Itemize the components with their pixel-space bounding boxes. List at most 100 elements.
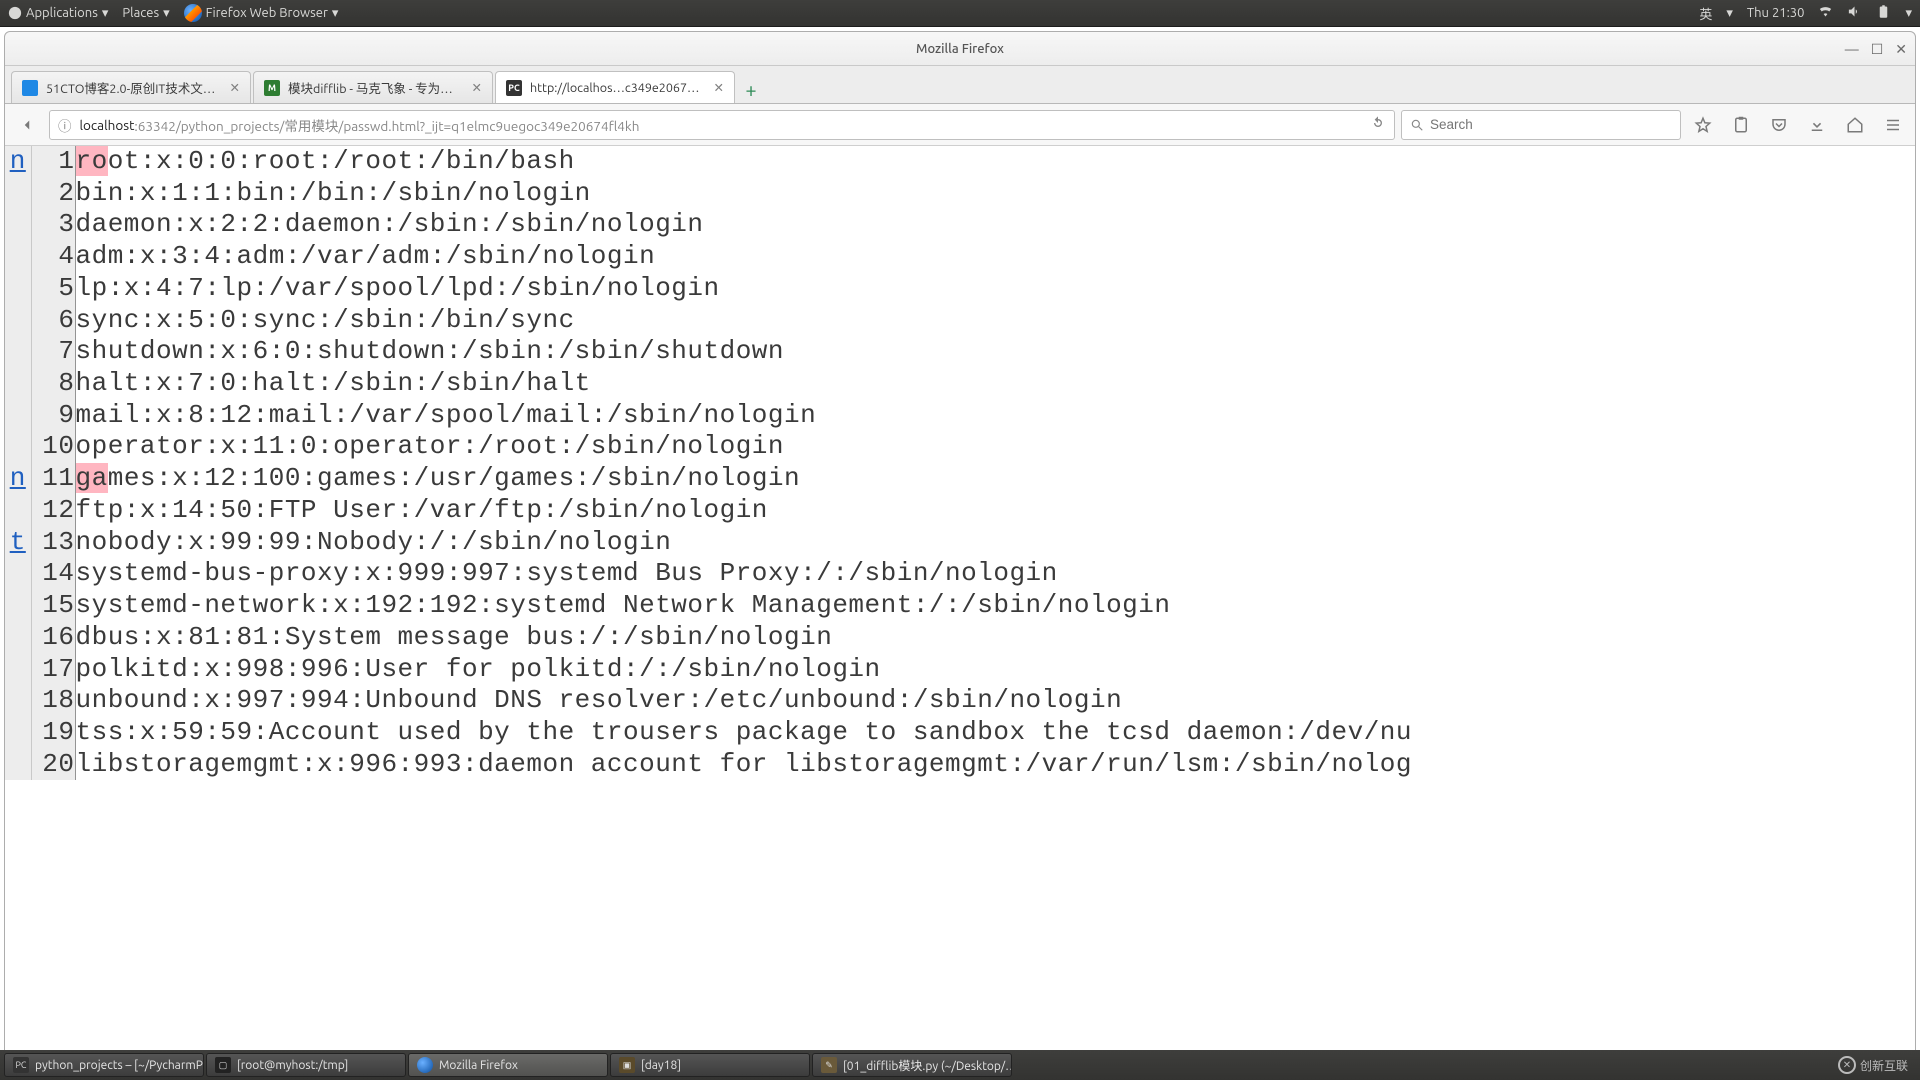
firefox-icon [184, 4, 202, 22]
applications-menu[interactable]: Applications ▾ [8, 6, 108, 21]
pocket-button[interactable] [1763, 109, 1795, 141]
hamburger-menu-button[interactable] [1877, 109, 1909, 141]
diff-row: n11games:x:12:100:games:/usr/games:/sbin… [5, 463, 1915, 495]
bookmarks-sidebar-button[interactable] [1725, 109, 1757, 141]
window-maximize-button[interactable]: ☐ [1871, 42, 1884, 56]
back-button[interactable] [11, 109, 43, 141]
diff-row: 15systemd-network:x:192:192:systemd Netw… [5, 590, 1915, 622]
taskbar-item[interactable]: Mozilla Firefox [408, 1053, 608, 1077]
taskbar-item[interactable]: ▣[day18] [610, 1053, 810, 1077]
window-close-button[interactable]: ✕ [1895, 42, 1907, 56]
diff-line-text: operator:x:11:0:operator:/root:/sbin/nol… [75, 431, 1915, 463]
diff-nav-link [5, 241, 31, 273]
firefox-window: Mozilla Firefox — ☐ ✕ 51CTO博客2.0-原创IT技术文… [4, 31, 1916, 1065]
tab-title: 模块difflib - 马克飞象 - 专为印象… [288, 78, 464, 97]
diff-line-number: 7 [31, 336, 75, 368]
home-button[interactable] [1839, 109, 1871, 141]
diff-line-text: lp:x:4:7:lp:/var/spool/lpd:/sbin/nologin [75, 273, 1915, 305]
tab-close-button[interactable]: ✕ [714, 80, 724, 95]
diff-nav-link [5, 273, 31, 305]
diff-row: 4adm:x:3:4:adm:/var/adm:/sbin/nologin [5, 241, 1915, 273]
tab-favicon [22, 80, 38, 96]
diff-nav-link [5, 717, 31, 749]
tab-title: 51CTO博客2.0-原创IT技术文章… [46, 78, 222, 97]
diff-line-text: unbound:x:997:994:Unbound DNS resolver:/… [75, 685, 1915, 717]
diff-line-text: adm:x:3:4:adm:/var/adm:/sbin/nologin [75, 241, 1915, 273]
diff-line-rest: sync:x:5:0:sync:/sbin:/bin/sync [76, 305, 575, 335]
url-bar[interactable]: ⓘ localhost:63342/python_projects/常用模块/p… [49, 110, 1395, 140]
diff-line-number: 19 [31, 717, 75, 749]
diff-line-rest: nobody:x:99:99:Nobody:/:/sbin/nologin [76, 527, 672, 557]
diff-nav-link [5, 209, 31, 241]
diff-nav-link[interactable]: n [5, 463, 31, 495]
tab-close-button[interactable]: ✕ [230, 80, 240, 95]
tab-close-button[interactable]: ✕ [472, 80, 482, 95]
window-minimize-button[interactable]: — [1845, 42, 1859, 56]
diff-row: 5lp:x:4:7:lp:/var/spool/lpd:/sbin/nologi… [5, 273, 1915, 305]
taskbar-item-label: Mozilla Firefox [439, 1059, 518, 1072]
diff-line-text: root:x:0:0:root:/root:/bin/bash [75, 146, 1915, 178]
diff-line-text: ftp:x:14:50:FTP User:/var/ftp:/sbin/nolo… [75, 495, 1915, 527]
browser-tab[interactable]: 51CTO博客2.0-原创IT技术文章… ✕ [11, 71, 251, 103]
window-titlebar[interactable]: Mozilla Firefox — ☐ ✕ [5, 32, 1915, 66]
diff-line-rest: tss:x:59:59:Account used by the trousers… [76, 717, 1413, 747]
diff-nav-link [5, 685, 31, 717]
diff-line-text: daemon:x:2:2:daemon:/sbin:/sbin/nologin [75, 209, 1915, 241]
power-chevron-icon[interactable]: ▾ [1905, 6, 1912, 21]
bookmark-star-button[interactable] [1687, 109, 1719, 141]
download-icon [1808, 116, 1826, 134]
brand-logo-icon: ✕ [1838, 1056, 1856, 1074]
places-label: Places [122, 6, 159, 20]
diff-nav-link [5, 305, 31, 337]
diff-line-text: halt:x:7:0:halt:/sbin:/sbin/halt [75, 368, 1915, 400]
diff-row: 3daemon:x:2:2:daemon:/sbin:/sbin/nologin [5, 209, 1915, 241]
diff-row: 17polkitd:x:998:996:User for polkitd:/:/… [5, 654, 1915, 686]
diff-line-text: tss:x:59:59:Account used by the trousers… [75, 717, 1915, 749]
diff-line-number: 5 [31, 273, 75, 305]
input-method-indicator[interactable]: 英 [1699, 4, 1712, 23]
places-menu[interactable]: Places ▾ [122, 6, 169, 21]
taskbar-item[interactable]: PCpython_projects – [~/PycharmProj… [4, 1053, 204, 1077]
diff-row: 9mail:x:8:12:mail:/var/spool/mail:/sbin/… [5, 400, 1915, 432]
diff-nav-link[interactable]: n [5, 146, 31, 178]
diff-line-number: 20 [31, 749, 75, 781]
taskbar-item[interactable]: ▢[root@myhost:/tmp] [206, 1053, 406, 1077]
diff-row: 7shutdown:x:6:0:shutdown:/sbin:/sbin/shu… [5, 336, 1915, 368]
diff-row: 20libstoragemgmt:x:996:993:daemon accoun… [5, 749, 1915, 781]
taskbar-item[interactable]: ✎[01_difflib模块.py (~/Desktop/… [812, 1053, 1012, 1077]
diff-nav-link [5, 622, 31, 654]
volume-icon[interactable] [1847, 4, 1862, 22]
diff-nav-link[interactable]: t [5, 527, 31, 559]
diff-line-number: 15 [31, 590, 75, 622]
watermark-brand: ✕ 创新互联 [1838, 1056, 1916, 1074]
diff-line-text: mail:x:8:12:mail:/var/spool/mail:/sbin/n… [75, 400, 1915, 432]
info-icon[interactable]: ⓘ [58, 115, 72, 135]
diff-line-text: games:x:12:100:games:/usr/games:/sbin/no… [75, 463, 1915, 495]
window-title: Mozilla Firefox [916, 42, 1004, 56]
diff-line-number: 17 [31, 654, 75, 686]
new-tab-button[interactable]: + [737, 75, 765, 103]
reload-button[interactable] [1370, 115, 1386, 134]
diff-line-rest: bin:x:1:1:bin:/bin:/sbin/nologin [76, 178, 591, 208]
active-app-menu[interactable]: Firefox Web Browser ▾ [184, 4, 339, 22]
diff-line-text: shutdown:x:6:0:shutdown:/sbin:/sbin/shut… [75, 336, 1915, 368]
diff-nav-link [5, 431, 31, 463]
downloads-button[interactable] [1801, 109, 1833, 141]
diff-line-rest: daemon:x:2:2:daemon:/sbin:/sbin/nologin [76, 209, 704, 239]
diff-row: 8halt:x:7:0:halt:/sbin:/sbin/halt [5, 368, 1915, 400]
taskbar-item-label: [day18] [641, 1059, 681, 1072]
diff-line-rest: ot:x:0:0:root:/root:/bin/bash [108, 146, 575, 176]
diff-line-number: 16 [31, 622, 75, 654]
search-input[interactable] [1430, 117, 1672, 132]
diff-line-rest: shutdown:x:6:0:shutdown:/sbin:/sbin/shut… [76, 336, 785, 366]
diff-line-rest: systemd-bus-proxy:x:999:997:systemd Bus … [76, 558, 1058, 588]
active-app-label: Firefox Web Browser [206, 6, 328, 20]
browser-tab[interactable]: M模块difflib - 马克飞象 - 专为印象…✕ [253, 71, 493, 103]
browser-tab[interactable]: PChttp://localhos…c349e20674fl4kh✕ [495, 71, 735, 103]
wifi-icon[interactable] [1818, 4, 1833, 22]
battery-icon[interactable] [1876, 4, 1891, 22]
diff-line-number: 8 [31, 368, 75, 400]
clock[interactable]: Thu 21:30 [1747, 6, 1805, 20]
home-icon [1846, 116, 1864, 134]
search-bar[interactable] [1401, 110, 1681, 140]
